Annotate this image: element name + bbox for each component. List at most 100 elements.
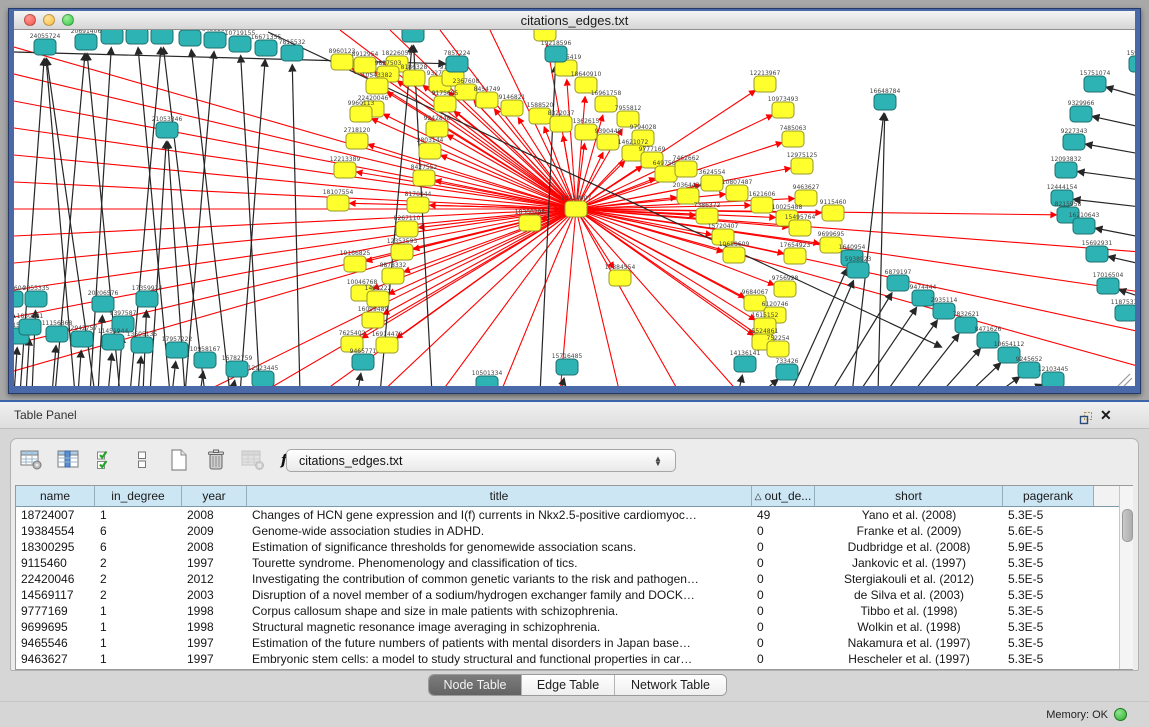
graph-node[interactable] (367, 291, 389, 307)
graph-node[interactable] (166, 342, 188, 358)
graph-node[interactable] (791, 158, 813, 174)
graph-node[interactable] (229, 36, 251, 52)
graph-node[interactable] (675, 161, 697, 177)
graph-node[interactable] (476, 92, 498, 108)
graph-node[interactable] (156, 122, 178, 138)
graph-node[interactable] (419, 143, 441, 159)
row-mode-button[interactable] (130, 448, 154, 472)
graph-node[interactable] (476, 376, 498, 386)
table-row[interactable]: 1872400712008Changes of HCN gene express… (16, 507, 1132, 523)
table-row[interactable]: 911546021997Tourette syndrome. Phenomeno… (16, 555, 1132, 571)
table-row[interactable]: 946554611997Estimation of the future num… (16, 635, 1132, 651)
graph-node[interactable] (655, 166, 677, 182)
graph-node[interactable] (545, 46, 567, 62)
graph-node[interactable] (46, 326, 68, 342)
network-canvas[interactable]: 8813054896012389129541822605898275031054… (14, 30, 1135, 386)
graph-node[interactable] (334, 162, 356, 178)
network-window-titlebar[interactable]: citations_edges.txt (14, 11, 1135, 30)
minimize-window-button[interactable] (43, 14, 55, 26)
graph-node[interactable] (102, 334, 124, 350)
graph-node[interactable] (376, 337, 398, 353)
column-header-short[interactable]: short (815, 486, 1003, 507)
delete-columns-button[interactable] (204, 448, 228, 472)
graph-node[interactable] (101, 30, 123, 44)
table-row[interactable]: 2242004622012Investigating the contribut… (16, 571, 1132, 587)
graph-node[interactable] (396, 221, 418, 237)
graph-node[interactable] (281, 45, 303, 61)
zoom-window-button[interactable] (62, 14, 74, 26)
graph-node[interactable] (701, 175, 723, 191)
graph-node[interactable] (789, 220, 811, 236)
hub-node[interactable] (565, 201, 587, 217)
memory-status-icon[interactable] (1114, 708, 1127, 721)
network-window[interactable]: citations_edges.txt 88130548960123891295… (8, 8, 1141, 394)
graph-node[interactable] (354, 57, 376, 73)
graph-node[interactable] (25, 291, 47, 307)
graph-node[interactable] (403, 70, 425, 86)
graph-node[interactable] (344, 256, 366, 272)
graph-node[interactable] (252, 371, 274, 386)
graph-node[interactable] (204, 32, 226, 48)
graph-node[interactable] (822, 205, 844, 221)
graph-node[interactable] (391, 244, 413, 260)
graph-node[interactable] (413, 170, 435, 186)
table-settings-button[interactable] (19, 448, 43, 472)
graph-node[interactable] (14, 291, 23, 307)
graph-node[interactable] (71, 331, 93, 347)
table-row[interactable]: 1456911722003Disruption of a novel membe… (16, 587, 1132, 603)
graph-node[interactable] (772, 102, 794, 118)
graph-node[interactable] (194, 352, 216, 368)
graph-node[interactable] (151, 30, 173, 44)
graph-node[interactable] (19, 319, 41, 335)
table-select-dropdown[interactable]: citations_edges.txt ▲▼ (286, 449, 676, 472)
graph-node[interactable] (75, 34, 97, 50)
graph-node[interactable] (402, 30, 424, 42)
graph-node[interactable] (382, 268, 404, 284)
graph-node[interactable] (1115, 305, 1135, 321)
graph-node[interactable] (847, 262, 869, 278)
close-panel-icon[interactable]: ✕ (1100, 407, 1112, 424)
graph-node[interactable] (774, 281, 796, 297)
graph-node[interactable] (550, 116, 572, 132)
resize-grip[interactable] (1118, 374, 1132, 386)
column-header-out_de[interactable]: △out_de... (752, 486, 815, 507)
graph-node[interactable] (136, 291, 158, 307)
graph-node[interactable] (1073, 218, 1095, 234)
column-header-in_degree[interactable]: in_degree (95, 486, 182, 507)
table-scrollbar[interactable] (1119, 486, 1133, 669)
column-header-year[interactable]: year (182, 486, 247, 507)
graph-node[interactable] (887, 275, 909, 291)
graph-node[interactable] (1070, 106, 1092, 122)
close-window-button[interactable] (24, 14, 36, 26)
graph-node[interactable] (1042, 372, 1064, 386)
graph-node[interactable] (723, 247, 745, 263)
graph-node[interactable] (366, 78, 388, 94)
table-scrollbar-thumb[interactable] (1122, 509, 1133, 542)
graph-node[interactable] (874, 94, 896, 110)
graph-node[interactable] (1055, 162, 1077, 178)
graph-node[interactable] (331, 54, 353, 70)
graph-node[interactable] (1097, 278, 1119, 294)
graph-node[interactable] (226, 361, 248, 377)
graph-node[interactable] (1063, 134, 1085, 150)
graph-node[interactable] (434, 96, 456, 112)
show-columns-button[interactable] (56, 448, 80, 472)
graph-node[interactable] (446, 56, 468, 72)
tab-network-table[interactable]: Network Table (614, 675, 726, 695)
graph-node[interactable] (776, 364, 798, 380)
table-row[interactable]: 969969511998Structural magnetic resonanc… (16, 619, 1132, 635)
table-row[interactable]: 1830029562008Estimation of significance … (16, 539, 1132, 555)
graph-node[interactable] (1086, 246, 1108, 262)
graph-node[interactable] (597, 134, 619, 150)
graph-node[interactable] (131, 337, 153, 353)
graph-node[interactable] (34, 39, 56, 55)
select-columns-button[interactable] (93, 448, 117, 472)
graph-node[interactable] (734, 356, 756, 372)
graph-node[interactable] (350, 106, 372, 122)
graph-node[interactable] (519, 215, 541, 231)
table-row[interactable]: 977716911998Corpus callosum shape and si… (16, 603, 1132, 619)
create-column-button[interactable] (167, 448, 191, 472)
graph-node[interactable] (726, 185, 748, 201)
graph-node[interactable] (126, 30, 148, 44)
graph-node[interactable] (426, 121, 448, 137)
